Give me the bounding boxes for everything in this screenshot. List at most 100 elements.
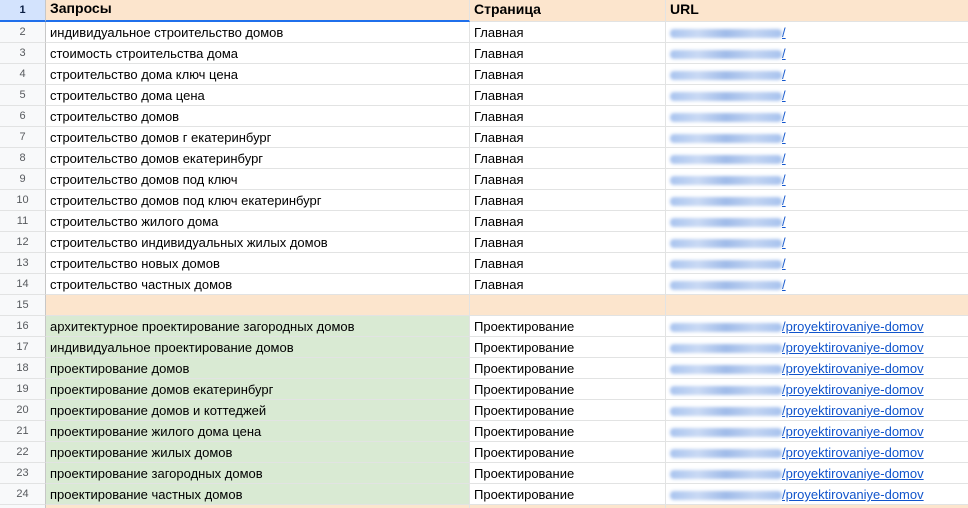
url-link[interactable]: /proyektirovaniye-domov	[670, 319, 924, 334]
row-number[interactable]: 18	[0, 358, 46, 379]
query-cell[interactable]: индивидуальное проектирование домов	[46, 337, 470, 358]
page-cell[interactable]: Проектирование	[470, 400, 666, 421]
query-cell[interactable]: строительство дома цена	[46, 85, 470, 106]
query-cell[interactable]: строительство жилого дома	[46, 211, 470, 232]
row-number[interactable]: 8	[0, 148, 46, 169]
query-cell[interactable]: строительство частных домов	[46, 274, 470, 295]
url-path[interactable]: /	[782, 172, 786, 187]
page-cell[interactable]: Главная	[470, 232, 666, 253]
row-number[interactable]: 4	[0, 64, 46, 85]
url-cell[interactable]: /	[666, 22, 968, 43]
url-link[interactable]: /proyektirovaniye-domov	[670, 403, 924, 418]
query-cell[interactable]: строительство домов	[46, 106, 470, 127]
column-header-url[interactable]: URL	[666, 0, 968, 22]
query-cell[interactable]: индивидуальное строительство домов	[46, 22, 470, 43]
page-cell[interactable]: Главная	[470, 253, 666, 274]
column-header-queries[interactable]: Запросы	[46, 0, 470, 22]
query-cell[interactable]: строительство домов под ключ	[46, 169, 470, 190]
url-link[interactable]: /proyektirovaniye-domov	[670, 361, 924, 376]
page-cell[interactable]: Проектирование	[470, 421, 666, 442]
url-cell[interactable]: /proyektirovaniye-domov	[666, 463, 968, 484]
url-cell[interactable]: /proyektirovaniye-domov	[666, 484, 968, 505]
url-link[interactable]: /	[670, 25, 786, 40]
url-cell[interactable]: /proyektirovaniye-domov	[666, 379, 968, 400]
row-number[interactable]: 17	[0, 337, 46, 358]
url-path[interactable]: /	[782, 151, 786, 166]
url-link[interactable]: /	[670, 130, 786, 145]
query-cell[interactable]: проектирование жилого дома цена	[46, 421, 470, 442]
url-cell[interactable]: /	[666, 232, 968, 253]
url-link[interactable]: /proyektirovaniye-domov	[670, 445, 924, 460]
row-number[interactable]: 3	[0, 43, 46, 64]
url-link[interactable]: /	[670, 235, 786, 250]
url-path[interactable]: /	[782, 193, 786, 208]
row-number[interactable]: 20	[0, 400, 46, 421]
page-cell[interactable]: Проектирование	[470, 463, 666, 484]
url-path[interactable]: /proyektirovaniye-domov	[782, 445, 924, 460]
page-cell[interactable]	[470, 295, 666, 316]
query-cell[interactable]	[46, 295, 470, 316]
query-cell[interactable]: строительство домов под ключ екатеринбур…	[46, 190, 470, 211]
row-number[interactable]: 13	[0, 253, 46, 274]
url-link[interactable]: /	[670, 277, 786, 292]
query-cell[interactable]: строительство домов г екатеринбург	[46, 127, 470, 148]
url-path[interactable]: /proyektirovaniye-domov	[782, 319, 924, 334]
url-link[interactable]: /	[670, 67, 786, 82]
url-path[interactable]: /	[782, 109, 786, 124]
url-cell[interactable]: /proyektirovaniye-domov	[666, 358, 968, 379]
page-cell[interactable]: Главная	[470, 106, 666, 127]
row-number[interactable]: 10	[0, 190, 46, 211]
query-cell[interactable]: проектирование жилых домов	[46, 442, 470, 463]
page-cell[interactable]: Главная	[470, 64, 666, 85]
page-cell[interactable]: Главная	[470, 148, 666, 169]
row-number[interactable]: 11	[0, 211, 46, 232]
url-link[interactable]: /proyektirovaniye-domov	[670, 340, 924, 355]
url-path[interactable]: /	[782, 235, 786, 250]
page-cell[interactable]: Проектирование	[470, 442, 666, 463]
url-link[interactable]: /proyektirovaniye-domov	[670, 487, 924, 502]
url-path[interactable]: /proyektirovaniye-domov	[782, 403, 924, 418]
url-link[interactable]: /	[670, 256, 786, 271]
url-path[interactable]: /proyektirovaniye-domov	[782, 424, 924, 439]
page-cell[interactable]: Проектирование	[470, 358, 666, 379]
query-cell[interactable]: архитектурное проектирование загородных …	[46, 316, 470, 337]
url-path[interactable]: /proyektirovaniye-domov	[782, 340, 924, 355]
query-cell[interactable]: проектирование домов	[46, 358, 470, 379]
url-cell[interactable]: /	[666, 148, 968, 169]
url-link[interactable]: /proyektirovaniye-domov	[670, 466, 924, 481]
row-number[interactable]: 6	[0, 106, 46, 127]
url-path[interactable]: /proyektirovaniye-domov	[782, 487, 924, 502]
page-cell[interactable]: Проектирование	[470, 484, 666, 505]
row-number[interactable]: 1	[0, 0, 46, 22]
row-number[interactable]: 7	[0, 127, 46, 148]
url-cell[interactable]: /	[666, 274, 968, 295]
url-link[interactable]: /	[670, 88, 786, 103]
page-cell[interactable]: Главная	[470, 43, 666, 64]
url-path[interactable]: /proyektirovaniye-domov	[782, 382, 924, 397]
query-cell[interactable]: проектирование домов екатеринбург	[46, 379, 470, 400]
page-cell[interactable]: Проектирование	[470, 337, 666, 358]
row-number[interactable]: 5	[0, 85, 46, 106]
row-number[interactable]: 24	[0, 484, 46, 505]
url-cell[interactable]: /	[666, 85, 968, 106]
query-cell[interactable]: проектирование домов и коттеджей	[46, 400, 470, 421]
url-cell[interactable]: /proyektirovaniye-domov	[666, 400, 968, 421]
page-cell[interactable]: Главная	[470, 85, 666, 106]
url-link[interactable]: /proyektirovaniye-domov	[670, 382, 924, 397]
row-number[interactable]: 12	[0, 232, 46, 253]
url-cell[interactable]: /proyektirovaniye-domov	[666, 337, 968, 358]
page-cell[interactable]: Главная	[470, 169, 666, 190]
url-cell[interactable]: /proyektirovaniye-domov	[666, 316, 968, 337]
row-number[interactable]: 19	[0, 379, 46, 400]
url-path[interactable]: /	[782, 25, 786, 40]
column-header-page[interactable]: Страница	[470, 0, 666, 22]
page-cell[interactable]: Главная	[470, 190, 666, 211]
url-path[interactable]: /	[782, 130, 786, 145]
row-number[interactable]: 14	[0, 274, 46, 295]
query-cell[interactable]: строительство индивидуальных жилых домов	[46, 232, 470, 253]
url-cell[interactable]: /	[666, 190, 968, 211]
url-cell[interactable]: /proyektirovaniye-domov	[666, 421, 968, 442]
url-link[interactable]: /	[670, 109, 786, 124]
url-path[interactable]: /	[782, 88, 786, 103]
url-link[interactable]: /	[670, 214, 786, 229]
